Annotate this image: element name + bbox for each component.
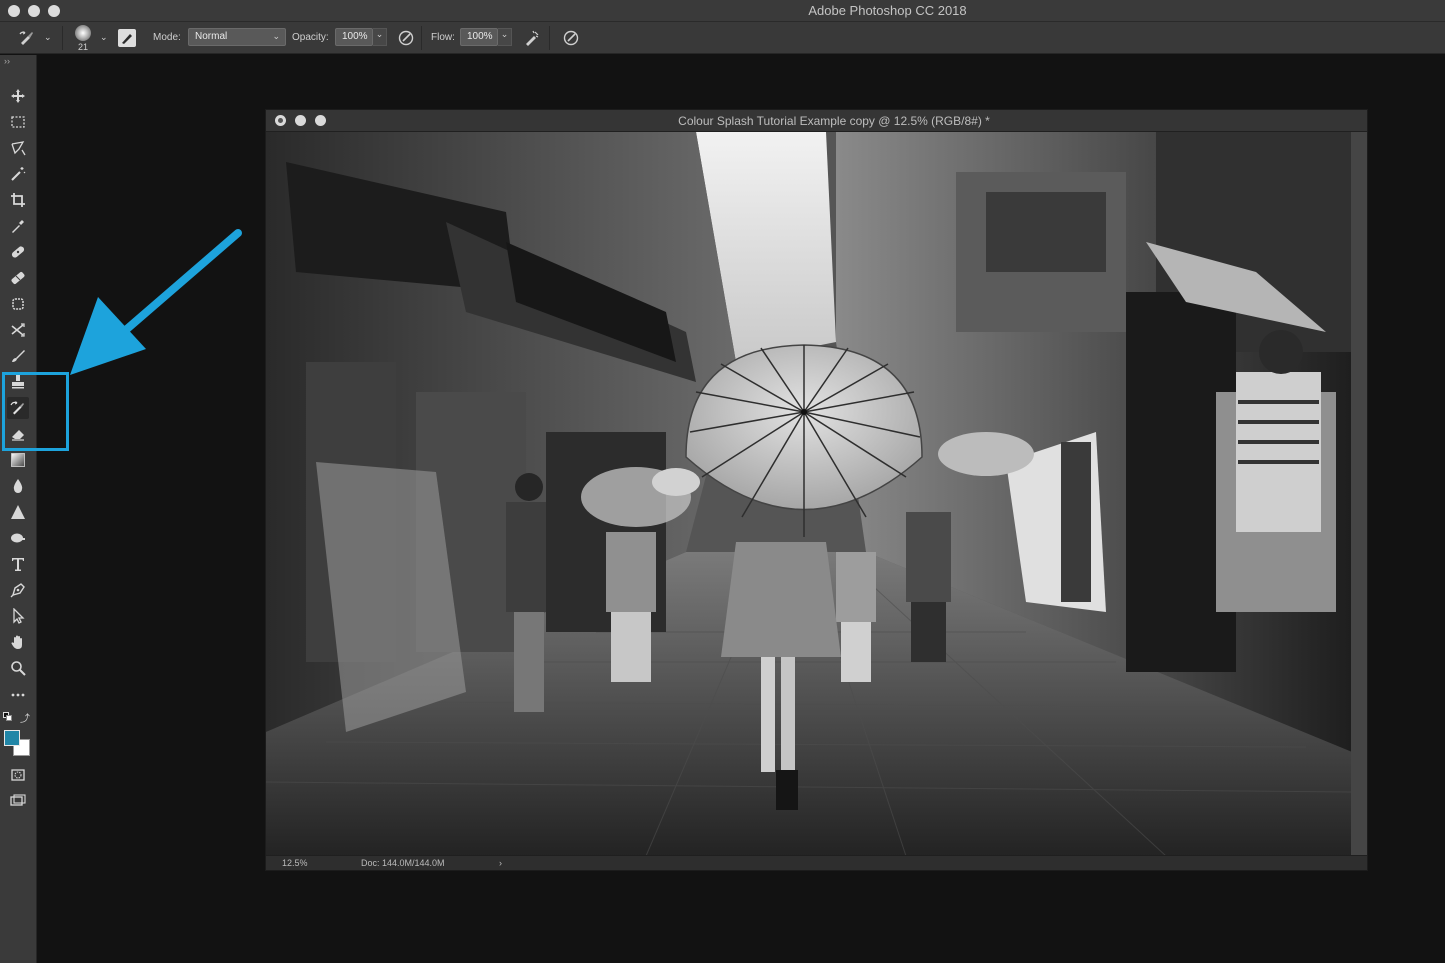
lasso-icon <box>11 141 26 156</box>
dodge-tool[interactable] <box>7 527 29 549</box>
tool-highlight-box <box>2 372 69 451</box>
pressure-opacity-icon[interactable] <box>397 29 415 50</box>
quick-mask-button[interactable] <box>7 764 29 786</box>
mode-select[interactable]: Normal ⌄ <box>188 28 286 46</box>
tool-preset-chevron-icon[interactable]: ⌄ <box>44 32 52 43</box>
content-aware-move-tool[interactable] <box>7 319 29 341</box>
more-tools-button[interactable] <box>7 683 29 705</box>
crop-tool[interactable] <box>7 189 29 211</box>
street-photo-image <box>266 132 1352 856</box>
opacity-input[interactable]: 100% <box>335 28 373 46</box>
zoom-tool[interactable] <box>7 657 29 679</box>
brush-tool[interactable] <box>7 345 29 367</box>
brush-preset-chevron-icon[interactable]: ⌄ <box>100 32 108 43</box>
content-aware-move-icon <box>11 323 25 337</box>
hand-icon <box>11 635 22 649</box>
blur-tool[interactable] <box>7 475 29 497</box>
screen-mode-button[interactable] <box>7 790 29 812</box>
screen-mode-icon <box>10 794 26 806</box>
magnifier-icon <box>11 661 26 676</box>
triangle-icon <box>11 505 25 519</box>
hand-tool[interactable] <box>7 631 29 653</box>
mode-value: Normal <box>195 31 228 42</box>
flow-label: Flow: <box>431 32 455 43</box>
marquee-tool[interactable] <box>7 111 29 133</box>
document-window: Colour Splash Tutorial Example copy @ 12… <box>265 109 1368 871</box>
pen-tool[interactable] <box>7 579 29 601</box>
type-tool[interactable] <box>7 553 29 575</box>
divider <box>549 26 550 50</box>
status-menu-chevron-icon[interactable]: › <box>499 858 502 868</box>
quick-mask-icon <box>11 769 25 781</box>
path-selection-tool[interactable] <box>7 605 29 627</box>
divider <box>421 26 422 50</box>
marquee-icon <box>11 116 25 128</box>
sharpen-tool[interactable] <box>7 501 29 523</box>
drop-icon <box>13 479 23 493</box>
bandage-icon <box>11 246 25 258</box>
healing-brush-icon <box>11 272 25 284</box>
eyedropper-tool[interactable] <box>7 215 29 237</box>
zoom-level[interactable]: 12.5% <box>282 858 308 868</box>
chevron-down-icon: ⌄ <box>272 31 280 41</box>
document-title: Colour Splash Tutorial Example copy @ 12… <box>678 114 990 128</box>
options-bar: ⌄ 21 ⌄ Mode: Normal ⌄ Opacity: 100% ⌄ Fl… <box>0 22 1445 54</box>
cursor-arrow-icon <box>13 608 25 624</box>
spot-healing-tool[interactable] <box>7 241 29 263</box>
patch-tool[interactable] <box>7 293 29 315</box>
lasso-tool[interactable] <box>7 137 29 159</box>
opacity-slider-toggle[interactable]: ⌄ <box>373 28 387 46</box>
flow-input[interactable]: 100% <box>460 28 498 46</box>
brush-size-label: 21 <box>78 42 89 52</box>
swap-colors-icon[interactable]: ⤴ <box>20 710 30 725</box>
default-colors-icon[interactable] <box>3 712 13 722</box>
move-tool[interactable] <box>7 85 29 107</box>
crop-icon <box>11 193 25 207</box>
collapse-toolbar-icon[interactable]: ›› <box>4 56 10 66</box>
airbrush-icon[interactable] <box>523 29 541 50</box>
magic-wand-icon <box>11 167 26 181</box>
brush-preset-icon[interactable] <box>75 25 91 41</box>
more-dots-icon <box>11 693 25 697</box>
foreground-color-swatch[interactable] <box>4 730 20 746</box>
pressure-size-icon[interactable] <box>562 29 580 50</box>
pen-icon <box>10 583 25 598</box>
eyedropper-icon <box>12 220 24 233</box>
document-titlebar[interactable]: Colour Splash Tutorial Example copy @ 12… <box>266 110 1367 132</box>
flow-slider-toggle[interactable]: ⌄ <box>498 28 512 46</box>
type-icon <box>12 558 24 571</box>
opacity-value: 100% <box>342 31 368 42</box>
history-brush-icon <box>19 31 33 45</box>
gradient-tool[interactable] <box>7 449 29 471</box>
brush-icon <box>12 350 25 362</box>
app-title: Adobe Photoshop CC 2018 <box>808 3 967 18</box>
divider <box>62 26 63 50</box>
dodge-icon <box>11 533 25 543</box>
annotation-arrow-icon <box>70 229 242 375</box>
flow-value: 100% <box>467 31 493 42</box>
brush-settings-panel-icon[interactable] <box>118 29 136 47</box>
move-icon <box>11 89 25 103</box>
image-canvas[interactable] <box>266 132 1352 856</box>
gradient-icon <box>11 453 25 467</box>
healing-brush-tool[interactable] <box>7 267 29 289</box>
window-titlebar: Adobe Photoshop CC 2018 <box>0 0 1445 22</box>
document-size-info: Doc: 144.0M/144.0M <box>361 858 445 868</box>
vertical-scrollbar[interactable] <box>1351 132 1367 856</box>
document-status-bar: 12.5% Doc: 144.0M/144.0M › <box>266 855 1367 870</box>
magic-wand-tool[interactable] <box>7 163 29 185</box>
tool-preset-picker[interactable] <box>18 29 36 50</box>
mode-label: Mode: <box>153 32 181 43</box>
tools-panel: ›› ⤴ <box>0 55 37 963</box>
opacity-label: Opacity: <box>292 32 329 43</box>
patch-icon <box>12 298 24 310</box>
